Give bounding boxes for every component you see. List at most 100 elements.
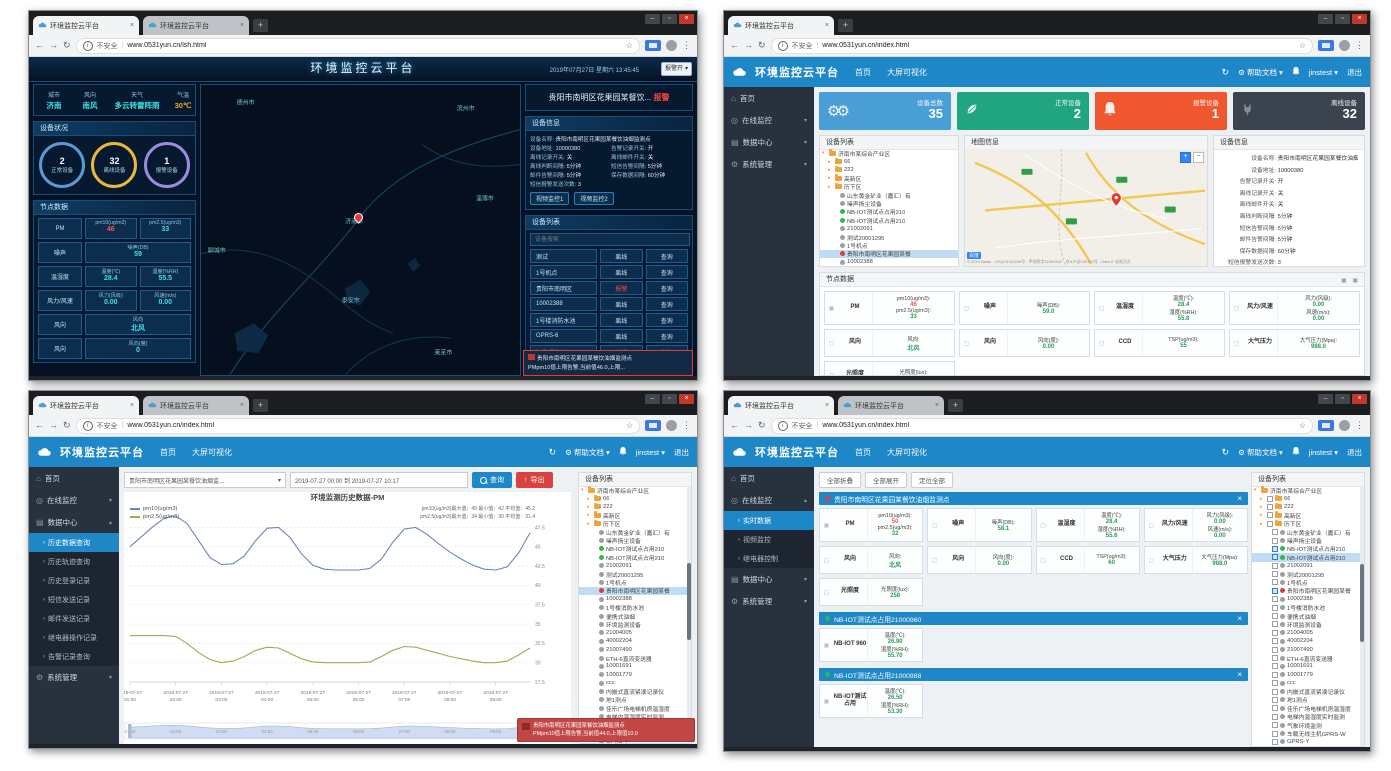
tree-item[interactable]: 10002388 bbox=[1252, 595, 1364, 603]
tree-item[interactable]: 佳乐广场电梯机房温湿度 bbox=[1252, 704, 1364, 712]
tree-item[interactable]: 内嵌式直流紧凑记录仪 bbox=[1252, 687, 1364, 695]
profile-avatar[interactable] bbox=[666, 420, 677, 431]
browser-tab-2[interactable]: 环境监控云平台× bbox=[143, 16, 249, 35]
browser-tab-2[interactable]: 环境监控云平台× bbox=[838, 396, 944, 415]
card-checkbox-icon[interactable]: ▢ bbox=[928, 509, 941, 541]
nav-item-home[interactable]: 首页 bbox=[160, 447, 176, 458]
card-checkbox-icon[interactable]: ▢ bbox=[1095, 330, 1108, 356]
extension-badge[interactable] bbox=[1318, 420, 1334, 431]
stat-card-1[interactable]: 正常设备2 bbox=[957, 92, 1089, 130]
card-checkbox-icon[interactable]: ▢ bbox=[960, 292, 973, 324]
back-icon[interactable]: ← bbox=[730, 421, 739, 430]
reload-icon[interactable]: ↻ bbox=[758, 421, 766, 430]
menu-dots-icon[interactable]: ⋮ bbox=[1355, 421, 1364, 430]
device-group-header[interactable]: NB-IOT测试点占用21000988× bbox=[819, 668, 1248, 681]
device-name-cell[interactable]: 测试 bbox=[530, 249, 597, 263]
tree-checkbox[interactable] bbox=[1267, 496, 1273, 502]
tree-item[interactable]: 21002091 bbox=[1252, 562, 1364, 570]
tree-checkbox[interactable] bbox=[1267, 512, 1273, 518]
tree-item[interactable]: 地1测点 bbox=[1252, 696, 1364, 704]
tree-item[interactable]: 便携式油烟 bbox=[1252, 612, 1364, 620]
dashboard-map[interactable]: 德州市滨州市聊城市淄博市济南市泰安市莱芜市 bbox=[200, 84, 521, 376]
minimize-button[interactable]: – bbox=[1318, 394, 1333, 404]
sidebar-item[interactable]: ◎在线监控▾ bbox=[29, 489, 119, 511]
tree-checkbox[interactable] bbox=[1272, 538, 1278, 544]
toolbar-button-2[interactable]: 定位全部 bbox=[911, 472, 953, 488]
user-menu[interactable]: jinstest ▾ bbox=[1309, 68, 1338, 77]
tree-item[interactable]: ▸高新区 bbox=[1252, 511, 1364, 519]
tree-checkbox[interactable] bbox=[1272, 579, 1278, 585]
panel-tool-icons[interactable]: ▣ ▣ bbox=[1341, 275, 1360, 288]
card-checkbox-icon[interactable]: ▣ bbox=[820, 685, 833, 717]
tree-checkbox[interactable] bbox=[1272, 705, 1278, 711]
card-checkbox-icon[interactable]: ▢ bbox=[1230, 292, 1243, 324]
nav-item-bigscreen[interactable]: 大屏可视化 bbox=[887, 67, 927, 78]
card-checkbox-icon[interactable]: ▢ bbox=[820, 547, 833, 573]
tree-item[interactable]: ▸高新区 bbox=[579, 511, 691, 519]
tree-item[interactable]: ▸高新区 bbox=[820, 174, 958, 182]
tree-checkbox[interactable] bbox=[1272, 697, 1278, 703]
tree-item[interactable]: 10001779 bbox=[579, 671, 691, 679]
device-query-button[interactable]: 查询 bbox=[646, 329, 689, 343]
forward-icon[interactable]: → bbox=[49, 421, 58, 430]
tree-item[interactable]: 山东黄金矿业（嘉汇）有 bbox=[579, 528, 691, 536]
tree-item[interactable]: ▸222 bbox=[820, 166, 958, 174]
logout-button[interactable]: 退出 bbox=[674, 447, 689, 458]
submenu-item[interactable]: ›继电器控制 bbox=[724, 549, 814, 568]
minimize-button[interactable]: – bbox=[1318, 14, 1333, 24]
alarm-sound-select[interactable]: 报警开▾ bbox=[661, 62, 692, 76]
tree-checkbox[interactable] bbox=[1272, 638, 1278, 644]
reload-icon[interactable]: ↻ bbox=[63, 421, 71, 430]
new-tab-button[interactable]: + bbox=[838, 19, 853, 32]
map-zoom-in-button[interactable]: + bbox=[1180, 152, 1191, 163]
url-box[interactable]: i不安全|www.0531yun.cn/index.html☆ bbox=[771, 418, 1313, 434]
tree-checkbox[interactable] bbox=[1272, 714, 1278, 720]
url-box[interactable]: i不安全|www.0531yun.cn/lsh.html☆ bbox=[76, 38, 640, 54]
device-name-cell[interactable]: GPRS-6 bbox=[530, 329, 597, 343]
tab-close-icon[interactable]: × bbox=[240, 402, 244, 409]
profile-avatar[interactable] bbox=[1339, 420, 1350, 431]
nav-item-bigscreen[interactable]: 大屏可视化 bbox=[192, 447, 232, 458]
minimize-button[interactable]: – bbox=[645, 14, 660, 24]
legend-item[interactable]: pm2.5(ug/m3) bbox=[130, 514, 179, 520]
sidebar-item[interactable]: ⌂首页 bbox=[724, 467, 814, 489]
device-query-button[interactable]: 查询 bbox=[646, 265, 689, 279]
tree-expand-icon[interactable]: ▸ bbox=[587, 512, 592, 518]
tree-item[interactable]: ▸历下区 bbox=[820, 183, 958, 191]
submenu-item[interactable]: ›历史轨迹查询 bbox=[29, 552, 119, 571]
tree-item[interactable]: 环境监测设备 bbox=[579, 620, 691, 628]
tree-item[interactable]: NB-IOT测试点占用210 bbox=[579, 553, 691, 561]
date-range-input[interactable]: 2019-07-27 00:00 到 2019-07-27 10:17 bbox=[290, 472, 468, 488]
device-select[interactable]: 贵阳市南明区花果园某餐饮油烟监...▾ bbox=[124, 472, 286, 488]
tree-item[interactable]: 10002388 bbox=[820, 258, 958, 266]
maximize-button[interactable]: ▫ bbox=[662, 394, 677, 404]
submenu-item[interactable]: ›实时数据 bbox=[724, 511, 814, 530]
tree-item[interactable]: 10001691 bbox=[579, 662, 691, 670]
help-menu[interactable]: ⚙ 帮助文档 ▾ bbox=[565, 447, 610, 458]
toolbar-button-1[interactable]: 全部展开 bbox=[865, 472, 907, 488]
tree-item[interactable]: NB-IOT测试点占用210 bbox=[820, 216, 958, 224]
tree-item[interactable]: ▾济南市某综合产业区 bbox=[579, 486, 691, 494]
tree-item[interactable]: ▸66 bbox=[579, 494, 691, 502]
tree-item[interactable]: 1号楼消防水池 bbox=[579, 603, 691, 611]
tree-expand-icon[interactable]: ▾ bbox=[1254, 487, 1259, 493]
tree-item[interactable]: 1号楼消防水池 bbox=[1252, 603, 1364, 611]
info-icon[interactable]: i bbox=[778, 421, 788, 431]
new-tab-button[interactable]: + bbox=[253, 399, 268, 412]
tree-item[interactable]: 1号机点 bbox=[579, 578, 691, 586]
card-checkbox-icon[interactable]: ▢ bbox=[1037, 509, 1050, 541]
tree-item[interactable]: ▸66 bbox=[1252, 494, 1364, 502]
logout-button[interactable]: 退出 bbox=[1347, 67, 1362, 78]
group-close-icon[interactable]: × bbox=[1237, 494, 1242, 503]
sidebar-item[interactable]: ▤数据中心▾ bbox=[724, 131, 814, 153]
tab-close-icon[interactable]: × bbox=[935, 402, 939, 409]
tree-item[interactable]: 噪声扬尘设备 bbox=[579, 536, 691, 544]
card-checkbox-icon[interactable]: ▢ bbox=[1145, 547, 1158, 573]
device-query-button[interactable]: 查询 bbox=[646, 249, 689, 263]
chart-plot[interactable]: 47.54542.54037.53532.53027.52019-07-2701… bbox=[124, 504, 571, 717]
tree-checkbox[interactable] bbox=[1272, 563, 1278, 569]
tree-item[interactable]: 21004005 bbox=[1252, 629, 1364, 637]
tab-close-icon[interactable]: × bbox=[240, 22, 244, 29]
card-checkbox-icon[interactable]: ▣ bbox=[825, 292, 838, 324]
toolbar-button-0[interactable]: 全部折叠 bbox=[819, 472, 861, 488]
